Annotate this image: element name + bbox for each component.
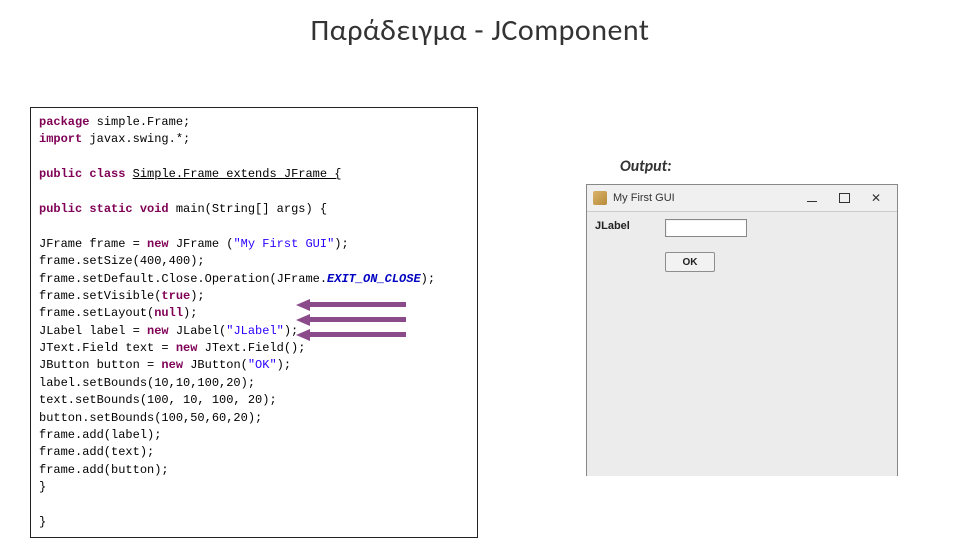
code-text: static void [82, 202, 176, 216]
code-text: JFrame frame = [39, 237, 147, 251]
code-text: label.setBounds(10,10,100,20); [39, 376, 255, 390]
code-text: public [39, 167, 82, 181]
code-text: "OK" [248, 358, 277, 372]
code-block: package simple.Frame; import javax.swing… [30, 107, 478, 538]
java-icon [593, 191, 607, 205]
code-text: JText.Field(); [197, 341, 305, 355]
code-text: JButton button = [39, 358, 161, 372]
code-text: import [39, 132, 82, 146]
slide-title: Παράδειγμα - JComponent [0, 12, 960, 49]
code-text: package [39, 115, 89, 129]
code-text: } [39, 515, 46, 529]
code-text: simple.Frame; [89, 115, 190, 129]
maximize-icon[interactable] [833, 190, 855, 206]
code-text: ); [183, 306, 197, 320]
code-text: JFrame ( [169, 237, 234, 251]
code-text: button.setBounds(100,50,60,20); [39, 411, 262, 425]
window-title: My First GUI [613, 192, 801, 204]
code-text: frame.setSize(400,400); [39, 254, 205, 268]
code-text: ); [421, 272, 435, 286]
minimize-icon[interactable] [801, 190, 823, 206]
close-icon[interactable] [865, 190, 887, 206]
code-text: class [82, 167, 132, 181]
code-text: EXIT_ON_CLOSE [327, 272, 421, 286]
code-text: JLabel( [169, 324, 227, 338]
code-text: Simple.Frame extends JFrame { [133, 167, 342, 181]
code-text: frame.setDefault.Close.Operation(JFrame. [39, 272, 327, 286]
code-text: frame.add(text); [39, 445, 154, 459]
code-text: frame.setVisible( [39, 289, 161, 303]
code-text: new [176, 341, 198, 355]
code-text: frame.add(label); [39, 428, 161, 442]
code-text: new [161, 358, 183, 372]
code-text: "My First GUI" [233, 237, 334, 251]
code-text: frame.add(button); [39, 463, 169, 477]
code-text: JText.Field text = [39, 341, 176, 355]
code-text: null [154, 306, 183, 320]
window-body: JLabel OK [587, 212, 897, 476]
code-text: javax.swing.*; [82, 132, 190, 146]
code-text: JLabel label = [39, 324, 147, 338]
code-text: ); [284, 324, 298, 338]
output-label: Output: [620, 157, 672, 176]
code-text: ); [277, 358, 291, 372]
code-text: true [161, 289, 190, 303]
code-text: JButton( [183, 358, 248, 372]
code-text: new [147, 324, 169, 338]
ok-button[interactable]: OK [665, 252, 715, 272]
code-text: main(String[] args) { [176, 202, 327, 216]
jlabel: JLabel [595, 220, 630, 232]
output-window: My First GUI JLabel OK [586, 184, 898, 476]
code-text: ); [190, 289, 204, 303]
code-text: "JLabel" [226, 324, 284, 338]
code-text: text.setBounds(100, 10, 100, 20); [39, 393, 277, 407]
code-text: ); [334, 237, 348, 251]
code-text: public [39, 202, 82, 216]
window-titlebar: My First GUI [587, 185, 897, 212]
code-text: } [39, 480, 46, 494]
code-text: frame.setLayout( [39, 306, 154, 320]
window-buttons [801, 190, 893, 206]
code-text: new [147, 237, 169, 251]
jtextfield[interactable] [665, 219, 747, 237]
